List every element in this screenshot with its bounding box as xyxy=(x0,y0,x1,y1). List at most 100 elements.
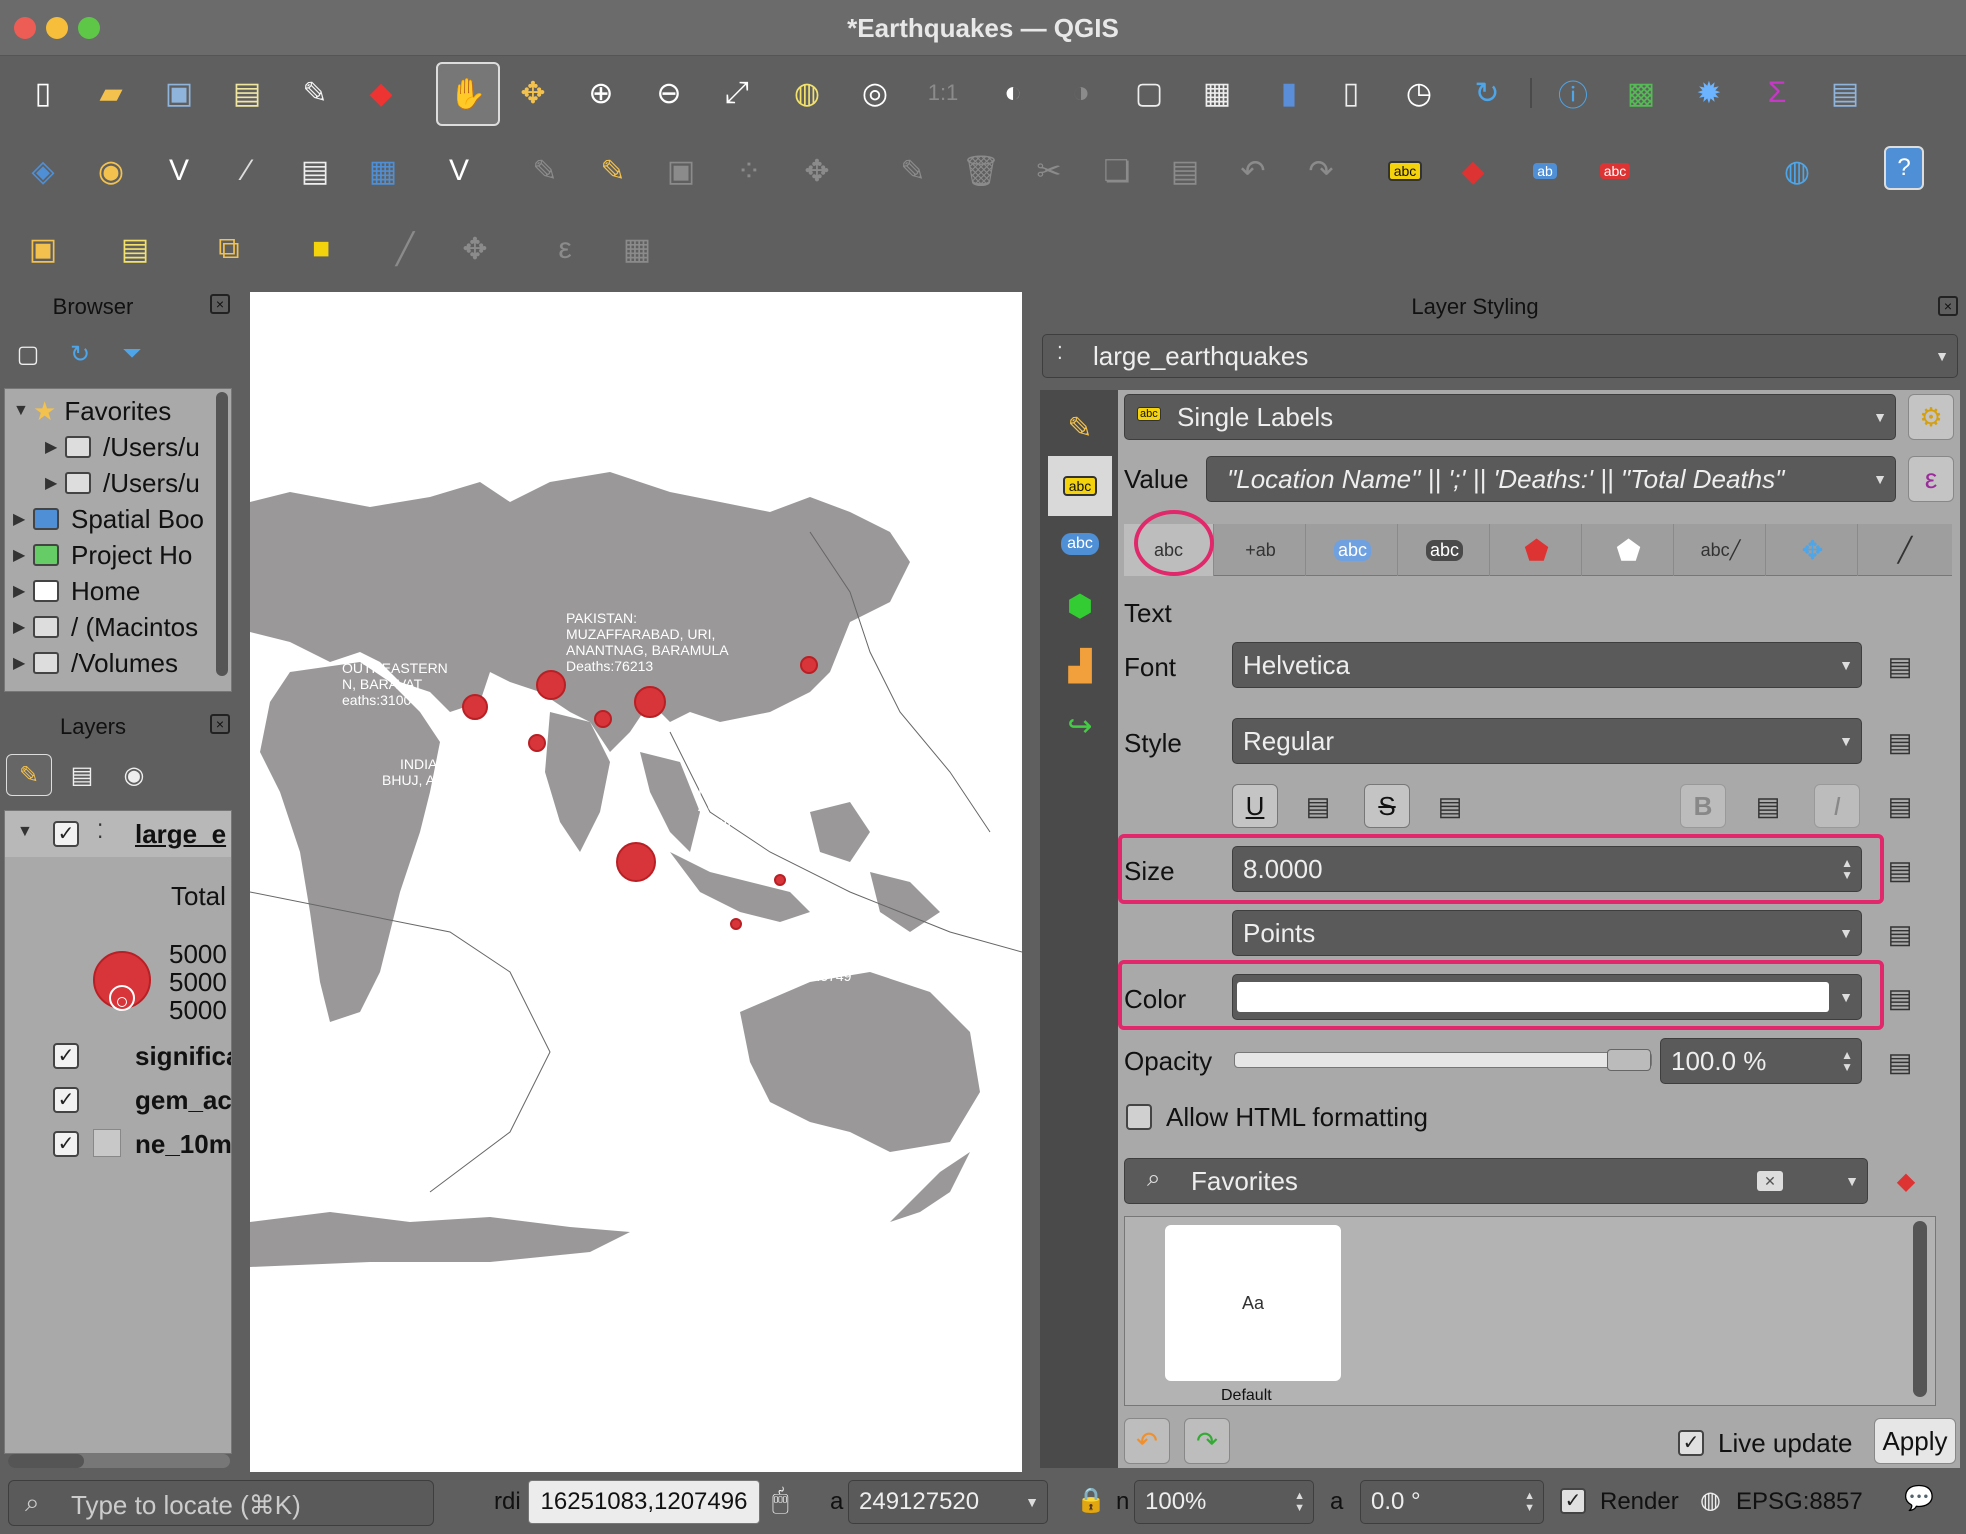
label-tool-icon[interactable]: abc xyxy=(1380,146,1430,196)
epsilon-tool-icon[interactable]: ε xyxy=(540,224,590,274)
font-select[interactable]: Helvetica ▼ xyxy=(1232,642,1862,688)
locator-input[interactable]: ⌕ Type to locate (⌘K) xyxy=(8,1480,434,1526)
live-update-checkbox[interactable]: ✓ xyxy=(1678,1430,1704,1456)
opacity-spinbox[interactable]: 100.0 % ▲ ▼ xyxy=(1660,1038,1862,1084)
pan-to-selection-icon[interactable]: ✥ xyxy=(508,68,558,118)
settings-icon[interactable]: ✹ xyxy=(1684,68,1734,118)
spinner-arrows-icon[interactable]: ▲ ▼ xyxy=(1524,1490,1535,1514)
add-selected-layer-icon[interactable]: ▢ xyxy=(8,334,48,374)
new-bookmark-icon[interactable]: ▢ xyxy=(1124,68,1174,118)
layout-manager-icon[interactable]: ✎ xyxy=(290,68,340,118)
magnifier-spinbox[interactable]: 100% ▲ ▼ xyxy=(1134,1480,1314,1524)
browser-item-project-home[interactable]: ▶ Project Ho xyxy=(13,537,192,573)
select-location-icon[interactable]: ■ xyxy=(296,224,346,274)
expand-arrow-icon[interactable]: ▶ xyxy=(45,473,65,493)
spatial-bookmark-icon[interactable]: ▮ xyxy=(1264,68,1314,118)
data-defined-override-icon[interactable]: ▤ xyxy=(1746,786,1790,826)
underline-button[interactable]: U xyxy=(1232,784,1278,828)
style-select[interactable]: Regular ▼ xyxy=(1232,718,1862,764)
refresh-browser-icon[interactable]: ↻ xyxy=(60,334,100,374)
open-styling-icon[interactable]: ✎ xyxy=(6,754,52,796)
expand-arrow-icon[interactable]: ▶ xyxy=(13,545,33,565)
help-icon[interactable]: ? xyxy=(1884,146,1924,190)
print-layout-icon[interactable]: ▤ xyxy=(222,68,272,118)
map-canvas[interactable]: PAKISTAN: MUZAFFARABAD, URI, ANANTNAG, B… xyxy=(250,292,1022,1472)
data-defined-override-icon[interactable]: ▤ xyxy=(1878,914,1922,954)
cut-icon[interactable]: ✂ xyxy=(1024,146,1074,196)
opacity-slider-handle[interactable] xyxy=(1607,1049,1651,1071)
edit-pencil-icon[interactable]: ✎ xyxy=(520,146,570,196)
paste-icon[interactable]: ▤ xyxy=(1160,146,1210,196)
layer-name-large-earthquakes[interactable]: large_e xyxy=(135,819,226,850)
style-manager-icon[interactable]: ◆ xyxy=(356,68,406,118)
data-defined-override-icon[interactable]: ▤ xyxy=(1878,1042,1922,1082)
mouse-coordinate-icon[interactable]: 🖱 xyxy=(772,1484,789,1517)
browser-scrollbar[interactable] xyxy=(216,392,228,676)
browser-item-users-2[interactable]: ▶ /Users/u xyxy=(45,465,200,501)
close-browser-icon[interactable]: × xyxy=(210,294,230,314)
filter-browser-icon[interactable]: ⏷ xyxy=(112,334,152,374)
clear-search-icon[interactable]: ✕ xyxy=(1757,1171,1783,1191)
background-subtab-icon[interactable]: ⬟ xyxy=(1492,524,1582,576)
mask-subtab-icon[interactable]: abc xyxy=(1400,524,1490,576)
labels-tab-icon[interactable]: abc xyxy=(1048,456,1112,516)
collapse-arrow-icon[interactable]: ▼ xyxy=(17,823,37,841)
label-mode-select[interactable]: abc Single Labels ▼ xyxy=(1124,394,1896,440)
spinner-arrows-icon[interactable]: ▲ ▼ xyxy=(1841,1049,1853,1073)
layer-name-ne-10m[interactable]: ne_10m xyxy=(135,1129,231,1160)
undo-style-icon[interactable]: ↶ xyxy=(1124,1418,1170,1464)
digitize-vertex-icon[interactable]: V xyxy=(154,146,204,196)
zoom-to-selection-icon[interactable]: ◍ xyxy=(782,68,832,118)
zoom-full-icon[interactable]: ⤢ xyxy=(712,68,762,118)
temporal-controller-icon[interactable]: ◷ xyxy=(1394,68,1444,118)
globe-add-icon[interactable]: ◍ xyxy=(1772,146,1822,196)
unit-select[interactable]: Points ▼ xyxy=(1232,910,1862,956)
redo-style-icon[interactable]: ↷ xyxy=(1184,1418,1230,1464)
layer-checkbox[interactable]: ✓ xyxy=(53,1087,79,1113)
expand-arrow-icon[interactable]: ▶ xyxy=(45,437,65,457)
data-defined-override-icon[interactable]: ▤ xyxy=(1296,786,1340,826)
statistics-icon[interactable]: Σ xyxy=(1752,68,1802,118)
save-project-icon[interactable]: ▣ xyxy=(154,68,204,118)
attribute-table-icon[interactable]: ▤ xyxy=(1820,68,1870,118)
browser-item-home[interactable]: ▶ Home xyxy=(13,573,140,609)
show-hide-label-icon[interactable]: abc xyxy=(1590,146,1640,196)
browser-item-spatial-bookmarks[interactable]: ▶ Spatial Boo xyxy=(13,501,204,537)
save-edits-icon[interactable]: ▣ xyxy=(656,146,706,196)
history-tab-icon[interactable]: ↪ xyxy=(1048,696,1112,756)
add-group-icon[interactable]: ▤ xyxy=(62,754,102,796)
rotation-spinbox[interactable]: 0.0 ° ▲ ▼ xyxy=(1360,1480,1544,1524)
measure-icon[interactable]: ╱ xyxy=(380,224,430,274)
spinner-arrows-icon[interactable]: ▲ ▼ xyxy=(1294,1490,1305,1514)
expand-arrow-icon[interactable]: ▼ xyxy=(13,402,33,420)
layers-hscrollbar[interactable] xyxy=(8,1454,230,1468)
layer-checkbox[interactable]: ✓ xyxy=(53,1131,79,1157)
buffer-subtab-icon[interactable]: abc xyxy=(1308,524,1398,576)
zoom-native-icon[interactable]: 1:1 xyxy=(918,68,968,118)
data-defined-override-icon[interactable]: ▤ xyxy=(1878,786,1922,826)
opacity-slider[interactable] xyxy=(1234,1049,1652,1071)
lock-scale-icon[interactable]: 🔒 xyxy=(1076,1486,1106,1515)
zoom-next-icon[interactable]: ◑ xyxy=(1056,68,1106,118)
select-features-icon[interactable]: ▣ xyxy=(18,224,68,274)
crs-globe-icon[interactable]: ◍ xyxy=(1700,1486,1721,1515)
placement-subtab-icon[interactable]: ✥ xyxy=(1768,524,1858,576)
vertex-tool-icon[interactable]: V xyxy=(434,146,484,196)
zoom-last-icon[interactable]: ◐ xyxy=(988,68,1038,118)
node-tool-icon[interactable]: ✎ xyxy=(888,146,938,196)
browser-item-favorites[interactable]: ▼ ★ Favorites xyxy=(13,393,171,429)
style-list-scrollbar[interactable] xyxy=(1913,1221,1927,1397)
coordinate-field[interactable]: 16251083,1207496 xyxy=(528,1480,760,1524)
render-checkbox[interactable]: ✓ xyxy=(1560,1488,1586,1514)
add-point-icon[interactable]: ⁘ xyxy=(724,146,774,196)
bold-button[interactable]: B xyxy=(1680,784,1726,828)
toggle-editing-icon[interactable]: ✎ xyxy=(588,146,638,196)
diagrams-tab-icon[interactable]: ▟ xyxy=(1048,636,1112,696)
browser-item-macintosh[interactable]: ▶ / (Macintos xyxy=(13,609,198,645)
apply-button[interactable]: Apply xyxy=(1874,1418,1956,1464)
expand-arrow-icon[interactable]: ▶ xyxy=(13,581,33,601)
data-defined-override-icon[interactable]: ▤ xyxy=(1878,978,1922,1018)
add-layer-icon[interactable]: ▤ xyxy=(290,146,340,196)
formatting-subtab-icon[interactable]: +ab xyxy=(1216,524,1306,576)
close-layers-icon[interactable]: × xyxy=(210,714,230,734)
